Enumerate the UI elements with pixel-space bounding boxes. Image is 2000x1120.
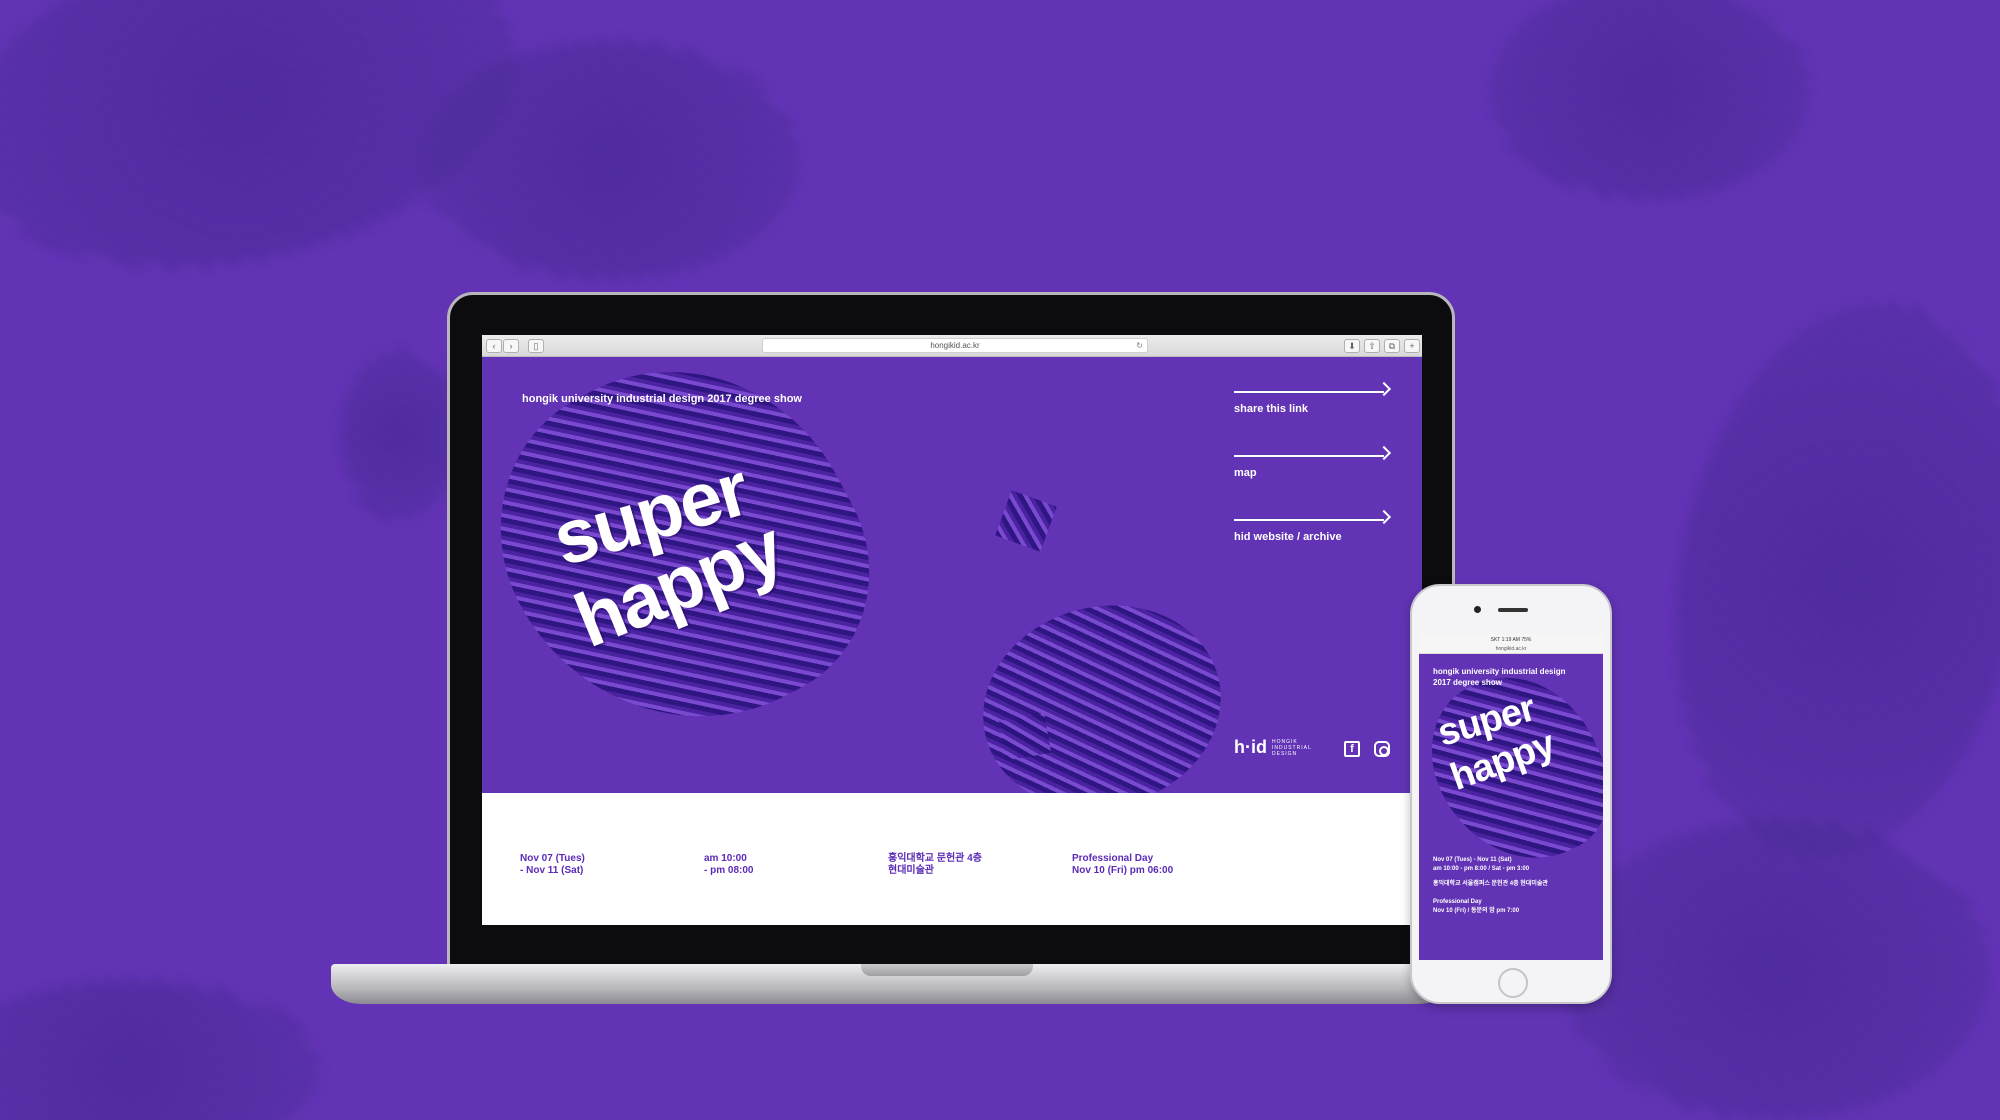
super-happy-wordmark: super happy: [544, 447, 852, 664]
phone-info-pro: Professional Day Nov 10 (Fri) / 동문의 밤 pm…: [1433, 898, 1519, 916]
sidebar-icon[interactable]: ▯: [528, 339, 544, 353]
hid-logo-subtitle: HONGIK INDUSTRIAL DESIGN: [1272, 739, 1312, 757]
phone-info-dates-line: Nov 07 (Tues) - Nov 11 (Sat): [1433, 857, 1512, 863]
info-dates: Nov 07 (Tues) - Nov 11 (Sat): [520, 853, 585, 877]
logo-line-3: DESIGN: [1272, 751, 1298, 757]
page-title: hongik university industrial design 2017…: [522, 393, 802, 405]
phone-info-place: 홍익대학교 서울캠퍼스 문헌관 4층 현대미술관: [1433, 881, 1548, 887]
home-button[interactable]: [1498, 968, 1528, 998]
info-time-line-2: - pm 08:00: [704, 865, 754, 876]
phone-info-pro-line-1: Professional Day: [1433, 899, 1482, 905]
info-place-line-2: 현대미술관: [888, 865, 934, 876]
instagram-icon[interactable]: [1374, 741, 1390, 757]
archive-link[interactable]: hid website / archive: [1234, 509, 1398, 579]
tabs-icon[interactable]: ⧉: [1384, 339, 1400, 353]
camera-icon: [1474, 606, 1481, 613]
cube-art: [998, 713, 1052, 761]
phone-page-title: hongik university industrial design 2017…: [1433, 667, 1566, 687]
info-time-line-1: am 10:00: [704, 853, 747, 864]
background-cluster: [1490, 0, 1810, 200]
background-cluster: [0, 980, 320, 1120]
info-place: 홍익대학교 문헌관 4층 현대미술관: [888, 853, 982, 877]
map-link-label: map: [1234, 467, 1257, 479]
browser-toolbar: ‹ › ▯ hongikid.ac.kr ↻ ⬇ ⇧ ⧉ +: [482, 335, 1422, 357]
info-row: Nov 07 (Tues) - Nov 11 (Sat) am 10:00 - …: [482, 793, 1422, 925]
cube-art: [960, 579, 1244, 793]
link-divider: [1234, 519, 1384, 521]
laptop-notch: [861, 964, 1033, 976]
background-cluster: [1560, 820, 1990, 1120]
info-place-line-1: 홍익대학교 문헌관 4층: [888, 853, 982, 864]
plus-icon[interactable]: +: [1404, 339, 1420, 353]
phone-info-dates: Nov 07 (Tues) - Nov 11 (Sat) am 10:00 - …: [1433, 856, 1529, 874]
reload-icon[interactable]: ↻: [1136, 339, 1143, 352]
speaker-icon: [1498, 608, 1528, 612]
laptop-screen: ‹ › ▯ hongikid.ac.kr ↻ ⬇ ⇧ ⧉ + hongik un…: [482, 335, 1422, 925]
share-link-label: share this link: [1234, 403, 1308, 415]
link-divider: [1234, 455, 1384, 457]
download-icon[interactable]: ⬇: [1344, 339, 1360, 353]
background-cluster: [420, 40, 800, 280]
info-dates-line-2: - Nov 11 (Sat): [520, 865, 584, 876]
phone-url-bar[interactable]: hongikid.ac.kr: [1419, 646, 1603, 654]
info-time: am 10:00 - pm 08:00: [704, 853, 753, 877]
map-link[interactable]: map: [1234, 445, 1398, 515]
laptop-mockup: ‹ › ▯ hongikid.ac.kr ↻ ⬇ ⇧ ⧉ + hongik un…: [331, 288, 1455, 1004]
hid-logo[interactable]: h·id: [1234, 737, 1267, 758]
chevron-right-icon[interactable]: ›: [503, 339, 519, 353]
info-professional-day: Professional Day Nov 10 (Fri) pm 06:00: [1072, 853, 1173, 877]
address-bar[interactable]: hongikid.ac.kr ↻: [762, 338, 1148, 353]
laptop-base: [331, 964, 1449, 1004]
archive-link-label: hid website / archive: [1234, 531, 1342, 543]
phone-screen: SKT 1:19 AM 75% hongikid.ac.kr hongik un…: [1419, 634, 1603, 960]
laptop-lid: ‹ › ▯ hongikid.ac.kr ↻ ⬇ ⇧ ⧉ + hongik un…: [447, 292, 1455, 970]
info-dates-line-1: Nov 07 (Tues): [520, 853, 585, 864]
info-pro-line-2: Nov 10 (Fri) pm 06:00: [1072, 865, 1174, 876]
phone-mockup: SKT 1:19 AM 75% hongikid.ac.kr hongik un…: [1410, 584, 1612, 1004]
phone-status-bar: SKT 1:19 AM 75%: [1419, 634, 1603, 646]
hero-section: hongik university industrial design 2017…: [482, 357, 1422, 793]
link-divider: [1234, 391, 1384, 393]
share-link[interactable]: share this link: [1234, 381, 1398, 451]
info-pro-line-1: Professional Day: [1072, 853, 1154, 864]
chevron-left-icon[interactable]: ‹: [486, 339, 502, 353]
facebook-icon[interactable]: f: [1344, 741, 1360, 757]
phone-info-time-line: am 10:00 - pm 8:00 / Sat - pm 3:00: [1433, 866, 1530, 872]
arrow-right-icon: [1376, 381, 1392, 397]
cube-art: [995, 490, 1057, 552]
background-cluster: [1633, 274, 2000, 886]
share-icon[interactable]: ⇧: [1364, 339, 1380, 353]
side-links: share this link map hid website / archiv…: [1234, 381, 1398, 579]
phone-info-pro-line-2: Nov 10 (Fri) / 동문의 밤 pm 7:00: [1433, 908, 1520, 914]
url-text: hongikid.ac.kr: [930, 341, 980, 350]
